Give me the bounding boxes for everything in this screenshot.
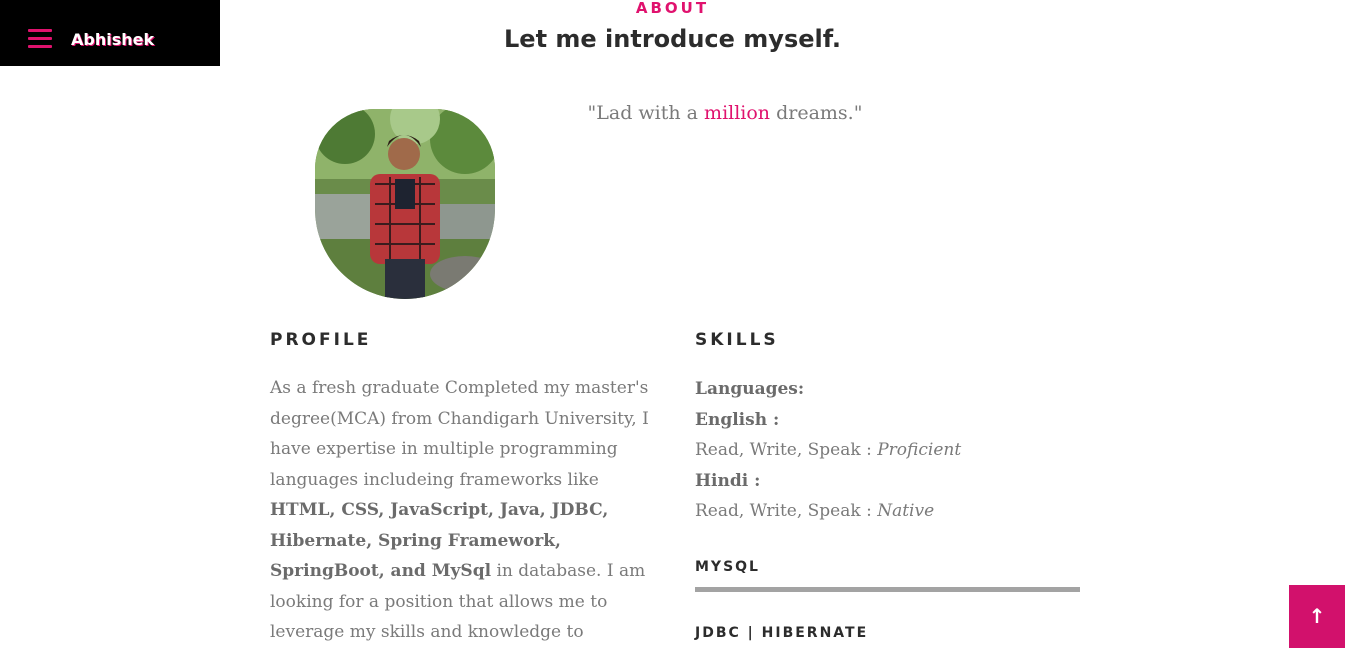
quote-end: dreams." bbox=[770, 102, 863, 124]
avatar-photo bbox=[315, 109, 495, 299]
page: Abhishek ABOUT Let me introduce myself. bbox=[0, 0, 1345, 648]
hindi-label: Hindi : bbox=[695, 470, 761, 491]
quote-accent: million bbox=[704, 102, 771, 124]
profile-heading: PROFILE bbox=[270, 330, 372, 350]
languages-label: Languages: bbox=[695, 379, 805, 399]
arrow-up-icon: ↑ bbox=[1308, 604, 1326, 628]
english-label: English : bbox=[695, 409, 780, 430]
back-to-top-button[interactable]: ↑ bbox=[1289, 585, 1345, 648]
skills-heading: SKILLS bbox=[695, 330, 779, 350]
hindi-level: Native bbox=[877, 501, 935, 521]
profile-text: As a fresh graduate Completed my master'… bbox=[270, 373, 662, 648]
section-label: ABOUT bbox=[635, 0, 710, 17]
english-detail-text: Read, Write, Speak : bbox=[695, 440, 878, 460]
skill-bar-mysql bbox=[695, 587, 1080, 592]
section-title: Let me introduce myself. bbox=[504, 25, 841, 53]
english-detail: Read, Write, Speak : Proficient bbox=[695, 435, 1095, 466]
hindi-detail-text: Read, Write, Speak : bbox=[695, 501, 878, 521]
avatar bbox=[315, 109, 495, 299]
skill-name-jdbc-hibernate: JDBC | HIBERNATE bbox=[695, 625, 869, 641]
languages-block: Languages: English : Read, Write, Speak … bbox=[695, 374, 1095, 527]
profile-text-part-1: As a fresh graduate Completed my master'… bbox=[270, 378, 649, 490]
hindi-detail: Read, Write, Speak : Native bbox=[695, 496, 1095, 527]
english-level: Proficient bbox=[877, 440, 962, 460]
tagline-quote: "Lad with a million dreams." bbox=[520, 102, 930, 124]
skill-name-mysql: MYSQL bbox=[695, 559, 760, 575]
quote-start: "Lad with a bbox=[587, 102, 705, 124]
